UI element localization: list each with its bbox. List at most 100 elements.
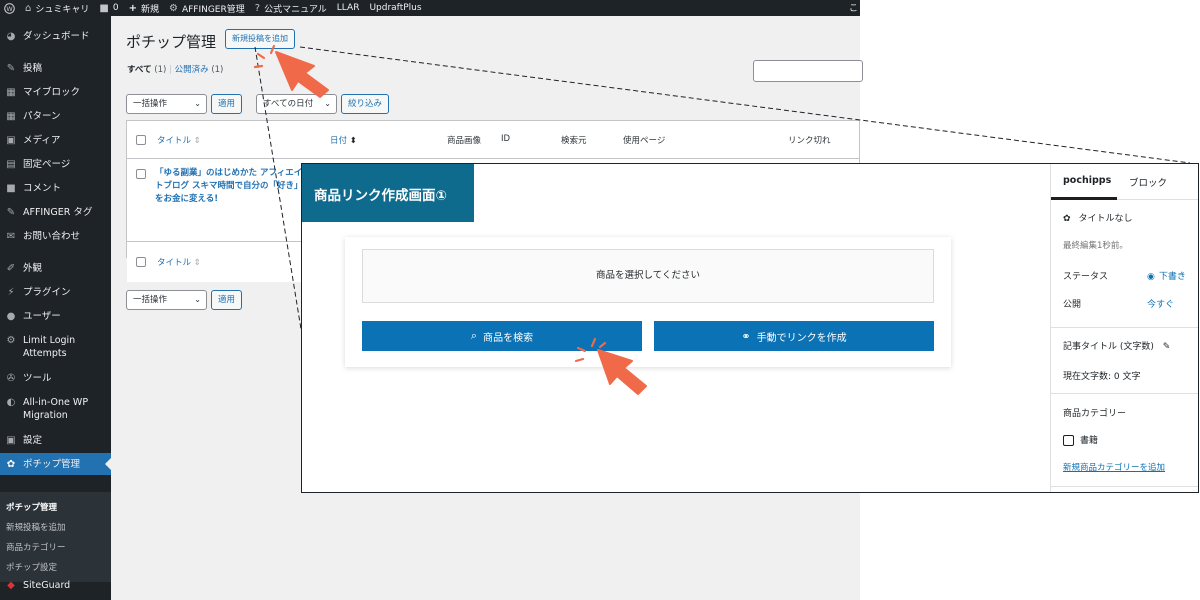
- category-option-label: 書籍: [1080, 436, 1099, 446]
- sidebar-item-patterns[interactable]: ▦ パターン: [0, 110, 111, 123]
- submenu-item-add-new[interactable]: 新規投稿を追加: [6, 521, 66, 533]
- sidebar-item-users[interactable]: ● ユーザー: [0, 310, 111, 323]
- zoom-title-banner: 商品リンク作成画面①: [302, 164, 474, 222]
- date-filter-label: すべての日付: [263, 99, 314, 109]
- sidebar-item-contact[interactable]: ✉ お問い合わせ: [0, 230, 111, 243]
- add-category-link[interactable]: 新規商品カテゴリーを追加: [1063, 461, 1165, 473]
- filter-button[interactable]: 絞り込み: [341, 94, 390, 114]
- sidebar-item-appearance[interactable]: ✐ 外観: [0, 262, 111, 275]
- row-checkbox[interactable]: [136, 169, 146, 179]
- site-name-link[interactable]: ⌂ シュミキャリ: [25, 2, 89, 15]
- row-title-link[interactable]: 「ゆる副業」のはじめかた アフィエイトブログ スキマ時間で自分の「好き」をお金に…: [155, 167, 305, 206]
- sidebar-item-pochipp[interactable]: ✿ ポチップ管理: [0, 453, 111, 475]
- sidebar-item-pages[interactable]: ▤ 固定ページ: [0, 158, 111, 171]
- pin-icon: ✎: [6, 63, 16, 74]
- status-value-label: 下書き: [1158, 272, 1186, 282]
- sort-icon: ⇕: [193, 258, 201, 268]
- comment-icon: ■: [6, 183, 16, 194]
- paw-icon: ✿: [1063, 214, 1071, 224]
- last-edited-text: 最終編集1秒前。: [1063, 241, 1128, 251]
- bulk-action-select-bottom[interactable]: 一括操作 ⌄: [126, 290, 207, 310]
- footer-column-title[interactable]: タイトル ⇕: [157, 256, 201, 268]
- gear-icon: ⚙: [168, 2, 178, 14]
- publish-value-button[interactable]: 今すぐ: [1147, 297, 1174, 310]
- shield-icon: ◆: [7, 580, 15, 591]
- search-product-label: 商品を検索: [483, 332, 534, 344]
- apply-button[interactable]: 適用: [211, 94, 243, 114]
- affinger-label: AFFINGER管理: [181, 4, 245, 15]
- filter-all-link[interactable]: すべて: [127, 65, 152, 75]
- select-product-prompt: 商品を選択してください: [362, 249, 934, 303]
- status-value-button[interactable]: ◉ 下書き: [1147, 269, 1186, 282]
- sidebar-item-affinger-tag[interactable]: ✎ AFFINGER タグ: [0, 206, 111, 219]
- category-checkbox[interactable]: [1063, 435, 1074, 446]
- sidebar-item-settings[interactable]: ▣ 設定: [0, 434, 111, 447]
- category-option-row[interactable]: 書籍: [1063, 433, 1098, 446]
- chevron-down-icon: ⌄: [194, 99, 201, 108]
- plus-icon: +: [128, 2, 137, 14]
- bulk-action-label: 一括操作: [133, 99, 168, 109]
- user-icon: ●: [6, 311, 16, 322]
- manual-link-button[interactable]: ⚭ 手動でリンクを作成: [654, 321, 934, 351]
- adminbar-greeting[interactable]: こ: [849, 1, 858, 14]
- sidebar-item-limit-login[interactable]: ⚙ Limit Login Attempts: [0, 334, 111, 360]
- pointer-arrow-icon: [253, 44, 329, 98]
- submenu-item-category[interactable]: 商品カテゴリー: [6, 541, 66, 553]
- search-icon: ⌕: [470, 329, 478, 342]
- pin-icon: ✎: [6, 207, 16, 218]
- sidebar-divider: [1051, 393, 1198, 394]
- sidebar-item-dashboard[interactable]: ◕ ダッシュボード: [0, 30, 111, 43]
- post-title-row: ✿ タイトルなし: [1063, 211, 1133, 224]
- mail-icon: ✉: [6, 231, 16, 242]
- chevron-down-icon: ⌄: [194, 295, 201, 304]
- manual-link-label: 手動でリンクを作成: [756, 332, 847, 344]
- column-date[interactable]: 日付 ⬍: [330, 134, 357, 146]
- sidebar-item-posts[interactable]: ✎ 投稿: [0, 62, 111, 75]
- sidebar-item-comments[interactable]: ■ コメント: [0, 182, 111, 195]
- submenu-item-settings[interactable]: ポチップ設定: [6, 561, 57, 573]
- filter-published-link[interactable]: 公開済み: [175, 65, 209, 75]
- page-icon: ▤: [6, 159, 16, 170]
- svg-text:W: W: [6, 4, 13, 12]
- sidebar-item-plugins[interactable]: ⚡ プラグイン: [0, 286, 111, 299]
- column-title[interactable]: タイトル ⇕: [157, 134, 201, 146]
- admin-bar: W ⌂ シュミキャリ ■ 0 + 新規 ⚙ AFFINGER管理 ? 公式マニュ…: [0, 0, 860, 16]
- updraft-link[interactable]: UpdraftPlus: [369, 3, 421, 13]
- sidebar-item-myblocks[interactable]: ▦ マイブロック: [0, 86, 111, 99]
- column-search-source: 検索元: [561, 136, 587, 146]
- comments-link[interactable]: ■ 0: [99, 3, 118, 14]
- new-content-label: 新規: [140, 4, 159, 15]
- llar-link[interactable]: LLAR: [337, 3, 360, 13]
- affinger-link[interactable]: ⚙ AFFINGER管理: [169, 2, 245, 15]
- submenu-item-pochipp-manage[interactable]: ポチップ管理: [6, 501, 57, 513]
- blocks-icon: ▦: [6, 111, 16, 122]
- sidebar-item-media[interactable]: ▣ メディア: [0, 134, 111, 147]
- admin-sidebar: ◕ ダッシュボード ✎ 投稿 ▦ マイブロック ▦ パターン ▣ メディア ▤ 固定ページ …: [0, 16, 111, 600]
- draft-status-icon: ◉: [1147, 272, 1155, 282]
- bulk-action-select[interactable]: 一括操作 ⌄: [126, 94, 207, 114]
- apply-button-bottom[interactable]: 適用: [211, 290, 243, 310]
- link-icon: ⚭: [741, 329, 751, 343]
- column-id: ID: [501, 134, 511, 144]
- publish-label: 公開: [1063, 300, 1082, 310]
- select-all-footer-checkbox[interactable]: [136, 257, 146, 267]
- bulk-action-label: 一括操作: [133, 295, 168, 305]
- filter-separator: |: [169, 65, 172, 75]
- select-all-checkbox[interactable]: [136, 135, 146, 145]
- manual-link[interactable]: ? 公式マニュアル: [255, 2, 327, 15]
- tab-pochipps[interactable]: pochipps: [1063, 175, 1111, 186]
- filter-published-count: (1): [211, 65, 224, 75]
- sidebar-item-migration[interactable]: ◐ All-in-One WP Migration: [0, 396, 111, 422]
- pencil-icon[interactable]: ✎: [1163, 342, 1171, 352]
- home-icon: ⌂: [25, 2, 32, 14]
- wp-logo-icon[interactable]: W: [4, 2, 15, 14]
- new-content-link[interactable]: + 新規: [129, 2, 159, 15]
- paw-icon: ✿: [6, 458, 16, 470]
- sidebar-item-siteguard[interactable]: ◆ SiteGuard: [0, 579, 111, 592]
- wrench-icon: ✇: [6, 373, 16, 384]
- sidebar-item-tools[interactable]: ✇ ツール: [0, 372, 111, 385]
- tab-block[interactable]: ブロック: [1129, 175, 1167, 189]
- status-label: ステータス: [1063, 272, 1109, 282]
- search-input[interactable]: [753, 60, 863, 82]
- zoomed-editor-panel: 商品リンク作成画面① 商品を選択してください ⌕ 商品を検索 ⚭ 手動でリンクを…: [301, 163, 1199, 493]
